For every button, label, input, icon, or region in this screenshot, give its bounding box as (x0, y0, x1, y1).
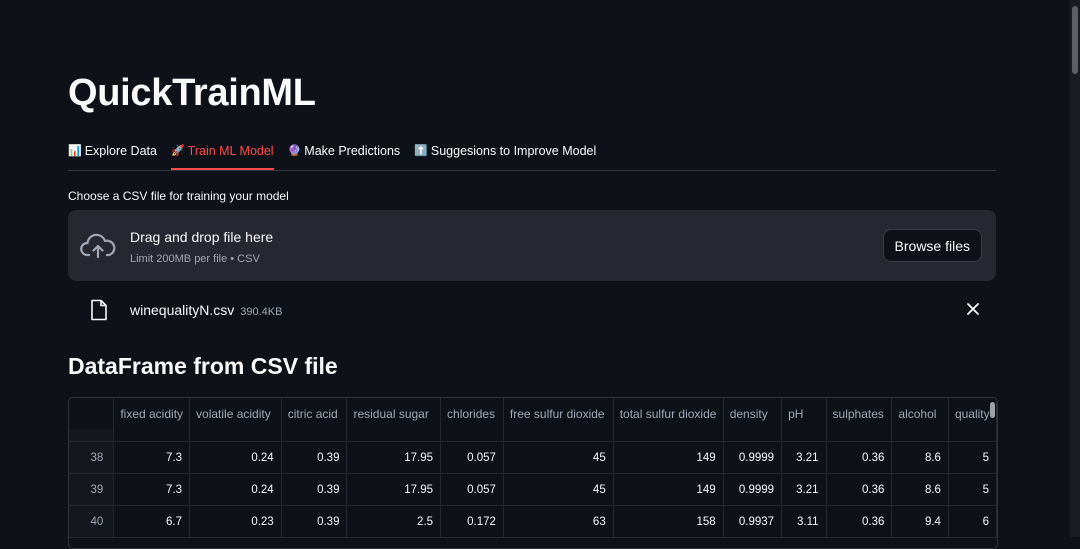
table-cell[interactable]: 0.24 (189, 441, 282, 474)
row-index: 40 (69, 505, 115, 538)
dropzone-limit-text: Limit 200MB per file • CSV (130, 253, 260, 265)
table-cell[interactable]: 149 (613, 441, 724, 474)
table-scrollbar[interactable] (990, 402, 995, 418)
table-cell[interactable]: 0.36 (826, 473, 893, 506)
remove-file-close-icon[interactable] (966, 302, 980, 321)
column-header[interactable]: sulphates (826, 398, 893, 430)
uploader-label: Choose a CSV file for training your mode… (68, 189, 289, 203)
column-header[interactable]: volatile acidity (189, 398, 282, 430)
table-cell[interactable]: 0.9999 (723, 441, 783, 474)
column-header[interactable]: citric acid (281, 398, 348, 430)
column-header[interactable]: alcohol (891, 398, 949, 430)
file-name: winequalityN.csv 390.4KB (130, 302, 282, 318)
table-cell[interactable]: 158 (613, 505, 724, 538)
page-scrollbar[interactable] (1070, 0, 1080, 537)
partial-row (69, 430, 997, 442)
file-size: 390.4KB (240, 306, 283, 318)
table-cell[interactable]: 9.4 (891, 505, 949, 538)
table-cell[interactable]: 0.39 (281, 505, 348, 538)
header-row: fixed acidity volatile acidity citric ac… (69, 398, 997, 430)
tab-label: Explore Data (84, 144, 157, 158)
table-cell[interactable]: 0.39 (281, 441, 348, 474)
table-row[interactable]: 39 7.3 0.24 0.39 17.95 0.057 45 149 0.99… (69, 473, 997, 506)
tab-label: Train ML Model (187, 144, 274, 158)
dataframe-table[interactable]: fixed acidity volatile acidity citric ac… (68, 397, 998, 549)
row-index: 38 (69, 441, 115, 474)
table-cell[interactable]: 0.172 (440, 505, 504, 538)
table-cell[interactable]: 63 (503, 505, 614, 538)
table-cell[interactable]: 0.9937 (723, 505, 783, 538)
tab-train-ml-model[interactable]: 🚀 Train ML Model (170, 140, 274, 170)
table-cell[interactable]: 17.95 (346, 441, 442, 474)
table-cell[interactable]: 0.057 (440, 473, 504, 506)
tab-label: Suggesions to Improve Model (430, 144, 597, 158)
up-arrow-icon: ⬆️ (414, 145, 428, 157)
row-index: 39 (69, 473, 115, 506)
file-icon (90, 299, 108, 326)
bar-chart-icon: 📊 (68, 145, 82, 157)
rocket-icon: 🚀 (170, 145, 185, 157)
table-cell[interactable]: 3.21 (781, 441, 827, 474)
table-cell[interactable]: 0.36 (826, 505, 893, 538)
table-cell[interactable]: 7.3 (113, 473, 191, 506)
browse-files-button[interactable]: Browse files (882, 229, 982, 262)
table-cell[interactable]: 0.057 (440, 441, 504, 474)
column-header[interactable]: total sulfur dioxide (613, 398, 724, 430)
table-row[interactable]: 40 6.7 0.23 0.39 2.5 0.172 63 158 0.9937… (69, 505, 997, 538)
table-cell[interactable]: 6.7 (113, 505, 191, 538)
table-cell[interactable]: 7.3 (113, 441, 191, 474)
table-cell[interactable]: 0.39 (281, 473, 348, 506)
page-scrollbar-thumb[interactable] (1072, 6, 1078, 74)
column-header[interactable]: residual sugar (346, 398, 442, 430)
table-cell[interactable]: 6 (948, 505, 997, 538)
table-cell[interactable]: 0.23 (189, 505, 282, 538)
table-cell[interactable]: 5 (948, 441, 997, 474)
tab-explore-data[interactable]: 📊 Explore Data (68, 140, 157, 170)
table-cell[interactable]: 3.11 (781, 505, 827, 538)
column-header[interactable]: density (723, 398, 783, 430)
tab-label: Make Predictions (304, 144, 401, 158)
table-cell[interactable]: 0.36 (826, 441, 893, 474)
table-cell[interactable]: 45 (503, 441, 614, 474)
table-cell[interactable]: 17.95 (346, 473, 442, 506)
table-cell[interactable]: 0.9999 (723, 473, 783, 506)
index-header (69, 398, 115, 430)
column-header[interactable]: fixed acidity (113, 398, 191, 430)
tab-suggestions[interactable]: ⬆️ Suggesions to Improve Model (414, 140, 596, 170)
table-cell[interactable]: 8.6 (891, 441, 949, 474)
uploaded-file-item: winequalityN.csv 390.4KB (68, 294, 996, 326)
column-header[interactable]: free sulfur dioxide (503, 398, 614, 430)
cloud-upload-icon (80, 232, 116, 265)
dropzone-title: Drag and drop file here (130, 229, 274, 245)
dataframe-heading: DataFrame from CSV file (68, 353, 338, 379)
table-cell[interactable]: 149 (613, 473, 724, 506)
table-cell[interactable]: 2.5 (346, 505, 442, 538)
table-cell[interactable]: 3.21 (781, 473, 827, 506)
column-header[interactable]: chlorides (440, 398, 504, 430)
file-name-text: winequalityN.csv (130, 302, 235, 318)
table-row[interactable]: 38 7.3 0.24 0.39 17.95 0.057 45 149 0.99… (69, 441, 997, 474)
crystal-ball-icon: 🔮 (287, 145, 302, 157)
column-header[interactable]: pH (781, 398, 827, 430)
app-title: QuickTrainML (68, 72, 316, 114)
table-cell[interactable]: 0.24 (189, 473, 282, 506)
table-cell[interactable]: 5 (948, 473, 997, 506)
table-cell[interactable]: 8.6 (891, 473, 949, 506)
tab-make-predictions[interactable]: 🔮 Make Predictions (288, 140, 401, 170)
file-dropzone[interactable]: Drag and drop file here Limit 200MB per … (68, 210, 996, 281)
table-cell[interactable]: 45 (503, 473, 614, 506)
tab-bar: 📊 Explore Data 🚀 Train ML Model 🔮 Make P… (68, 140, 996, 171)
